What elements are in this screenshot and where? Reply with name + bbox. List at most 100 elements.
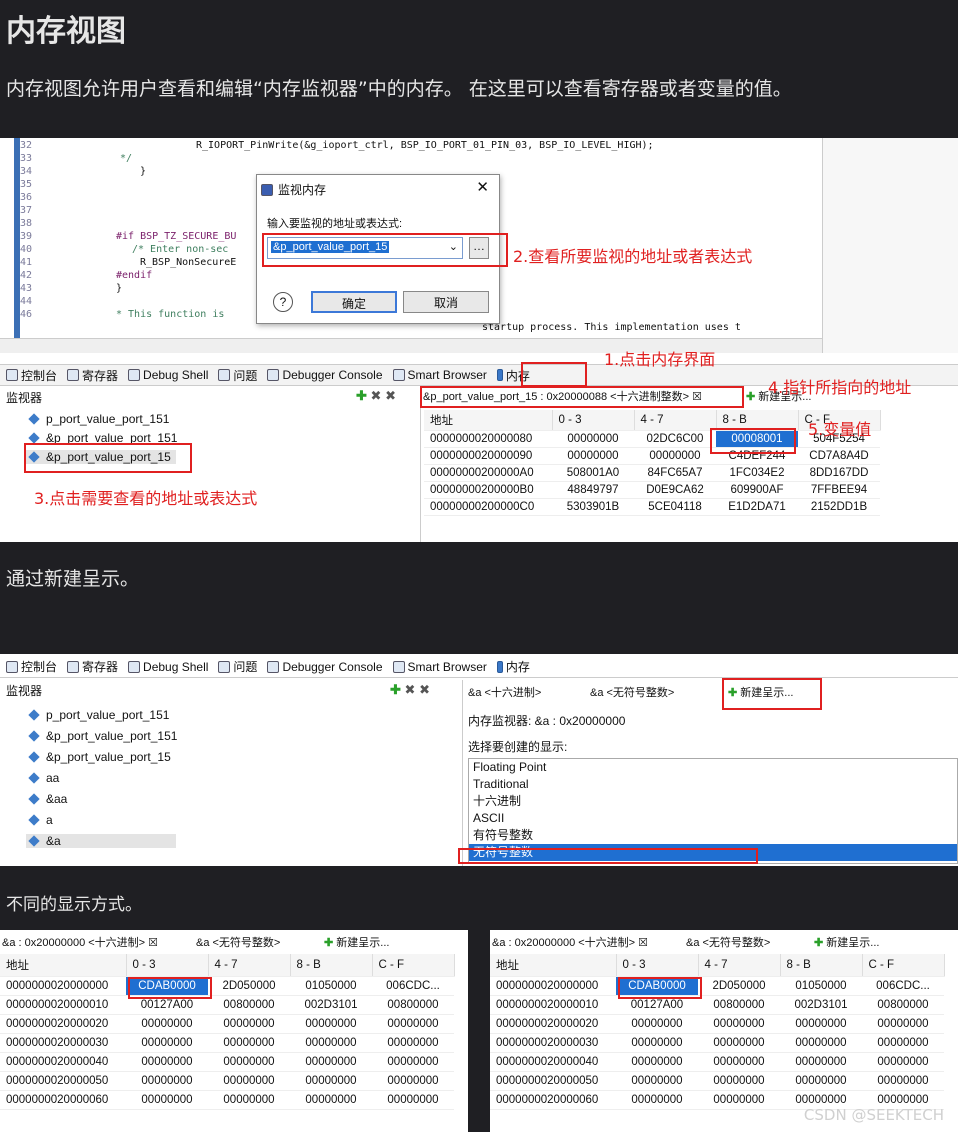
- table-row[interactable]: 0000000020000010 00127A00 00800000 002D3101…: [0, 995, 454, 1015]
- tab-3[interactable]: 问题: [218, 658, 257, 675]
- new-render-tab[interactable]: ✚ 新建呈示...: [814, 934, 879, 950]
- value-cell[interactable]: CD7A8A4D: [798, 447, 880, 465]
- rendering-option[interactable]: 有符号整数: [469, 827, 957, 844]
- value-cell[interactable]: 00000000: [862, 1071, 944, 1091]
- table-row[interactable]: 0000000020000030 00000000 00000000 00000000…: [490, 1033, 944, 1053]
- table-row[interactable]: 0000000020000090 00000000 00000000 C4DEF244…: [424, 447, 880, 465]
- value-cell[interactable]: 00000000: [290, 1052, 372, 1072]
- rendering-option[interactable]: Traditional: [469, 776, 957, 793]
- value-cell[interactable]: 00000000: [780, 1033, 862, 1053]
- table-row[interactable]: 0000000020000010 00127A00 00800000 002D3101…: [490, 995, 944, 1015]
- table-row[interactable]: 0000000020000050 00000000 00000000 00000000…: [0, 1071, 454, 1091]
- rendering-option[interactable]: Floating Point: [469, 759, 957, 776]
- value-cell[interactable]: 00000000: [126, 1052, 208, 1072]
- tab-hex[interactable]: &a : 0x20000000 <十六进制> ☒: [2, 934, 158, 950]
- value-cell[interactable]: 84FC65A7: [634, 464, 716, 482]
- tab-1[interactable]: 寄存器: [67, 658, 118, 675]
- value-cell[interactable]: 00000000: [780, 1052, 862, 1072]
- value-cell[interactable]: 00000000: [698, 1090, 780, 1110]
- tab-0[interactable]: 控制台: [6, 658, 57, 675]
- table-row[interactable]: 0000000020000060 00000000 00000000 00000000…: [0, 1090, 454, 1110]
- value-cell[interactable]: 00000000: [780, 1014, 862, 1034]
- value-cell[interactable]: 01050000: [290, 976, 372, 996]
- value-cell[interactable]: 00000000: [208, 1090, 290, 1110]
- value-cell[interactable]: 00000000: [208, 1014, 290, 1034]
- value-cell[interactable]: 00000000: [862, 1052, 944, 1072]
- value-cell[interactable]: 01050000: [780, 976, 862, 996]
- address-cell[interactable]: 00000000200000B0: [424, 481, 552, 499]
- table-row[interactable]: 0000000020000000 CDAB0000 2D050000 01050000…: [0, 976, 454, 996]
- value-cell[interactable]: 00000000: [698, 1033, 780, 1053]
- value-cell[interactable]: 5303901B: [552, 498, 634, 516]
- address-cell[interactable]: 0000000020000060: [490, 1090, 616, 1110]
- value-cell[interactable]: 00000000: [208, 1033, 290, 1053]
- address-cell[interactable]: 0000000020000020: [0, 1014, 126, 1034]
- value-cell[interactable]: 00000000: [616, 1052, 698, 1072]
- table-row[interactable]: 00000000200000B0 48849797 D0E9CA62 609900AF…: [424, 481, 880, 499]
- value-cell[interactable]: D0E9CA62: [634, 481, 716, 499]
- table-row[interactable]: 0000000020000050 00000000 00000000 00000000…: [490, 1071, 944, 1091]
- value-cell[interactable]: 00000000: [372, 1090, 454, 1110]
- rendering-option[interactable]: ASCII: [469, 810, 957, 827]
- monitor-item[interactable]: p_port_value_port_151: [28, 708, 169, 722]
- address-cell[interactable]: 0000000020000000: [490, 976, 616, 996]
- table-row[interactable]: 0000000020000040 00000000 00000000 00000000…: [490, 1052, 944, 1072]
- value-cell[interactable]: 002D3101: [290, 995, 372, 1015]
- value-cell[interactable]: 02DC6C00: [634, 430, 716, 448]
- close-icon[interactable]: ☒: [148, 937, 158, 949]
- close-icon[interactable]: ✕: [476, 178, 489, 196]
- monitor-item[interactable]: &p_port_value_port_15: [28, 750, 171, 764]
- value-cell[interactable]: 00800000: [208, 995, 290, 1015]
- address-cell[interactable]: 0000000020000040: [0, 1052, 126, 1072]
- monitor-item[interactable]: aa: [28, 771, 59, 785]
- help-icon[interactable]: ?: [273, 292, 293, 312]
- address-cell[interactable]: 0000000020000050: [490, 1071, 616, 1091]
- add-icon[interactable]: ✚: [390, 682, 401, 697]
- tab-hex[interactable]: &a <十六进制>: [468, 684, 541, 700]
- value-cell[interactable]: 2D050000: [208, 976, 290, 996]
- tab-2[interactable]: Debug Shell: [128, 660, 208, 674]
- value-cell[interactable]: 00000000: [290, 1071, 372, 1091]
- address-cell[interactable]: 00000000200000A0: [424, 464, 552, 482]
- value-cell[interactable]: 00000000: [698, 1071, 780, 1091]
- tab-0[interactable]: 控制台: [6, 367, 57, 384]
- monitor-item[interactable]: a: [28, 813, 53, 827]
- monitor-toolbar[interactable]: ✚ ✖ ✖: [390, 682, 430, 698]
- tab-1[interactable]: 寄存器: [67, 367, 118, 384]
- value-cell[interactable]: 00000000: [126, 1033, 208, 1053]
- address-cell[interactable]: 0000000020000010: [0, 995, 126, 1015]
- value-cell[interactable]: 00800000: [698, 995, 780, 1015]
- value-cell[interactable]: 00000000: [616, 1033, 698, 1053]
- add-icon[interactable]: ✚: [356, 388, 367, 403]
- tab-hex[interactable]: &a : 0x20000000 <十六进制> ☒: [492, 934, 648, 950]
- address-cell[interactable]: 0000000020000040: [490, 1052, 616, 1072]
- table-row[interactable]: 0000000020000040 00000000 00000000 00000000…: [0, 1052, 454, 1072]
- remove-icon[interactable]: ✖: [371, 388, 382, 403]
- address-cell[interactable]: 0000000020000090: [424, 447, 552, 465]
- value-cell[interactable]: 00000000: [372, 1052, 454, 1072]
- value-cell[interactable]: 1FC034E2: [716, 464, 798, 482]
- monitor-item[interactable]: p_port_value_port_151: [28, 412, 169, 426]
- value-cell[interactable]: 00000000: [208, 1071, 290, 1091]
- remove-all-icon[interactable]: ✖: [419, 682, 430, 697]
- tab-5[interactable]: Smart Browser: [392, 660, 487, 674]
- tab-unsigned[interactable]: &a <无符号整数>: [686, 934, 770, 950]
- value-cell[interactable]: 2152DD1B: [798, 498, 880, 516]
- value-cell[interactable]: 00000000: [552, 430, 634, 448]
- address-cell[interactable]: 0000000020000030: [0, 1033, 126, 1053]
- value-cell[interactable]: 00000000: [552, 447, 634, 465]
- new-render-tab[interactable]: ✚ 新建呈示...: [324, 934, 389, 950]
- remove-all-icon[interactable]: ✖: [385, 388, 396, 403]
- table-row[interactable]: 0000000020000030 00000000 00000000 00000000…: [0, 1033, 454, 1053]
- value-cell[interactable]: 00000000: [208, 1052, 290, 1072]
- value-cell[interactable]: 00000000: [290, 1033, 372, 1053]
- value-cell[interactable]: 00000000: [372, 1014, 454, 1034]
- monitor-item[interactable]: &aa: [28, 792, 67, 806]
- value-cell[interactable]: 00000000: [372, 1033, 454, 1053]
- table-row[interactable]: 0000000020000020 00000000 00000000 00000000…: [490, 1014, 944, 1034]
- value-cell[interactable]: 8DD167DD: [798, 464, 880, 482]
- table-row[interactable]: 0000000020000020 00000000 00000000 00000000…: [0, 1014, 454, 1034]
- value-cell[interactable]: 00000000: [862, 1033, 944, 1053]
- tab-unsigned[interactable]: &a <无符号整数>: [590, 684, 674, 700]
- value-cell[interactable]: 00000000: [290, 1014, 372, 1034]
